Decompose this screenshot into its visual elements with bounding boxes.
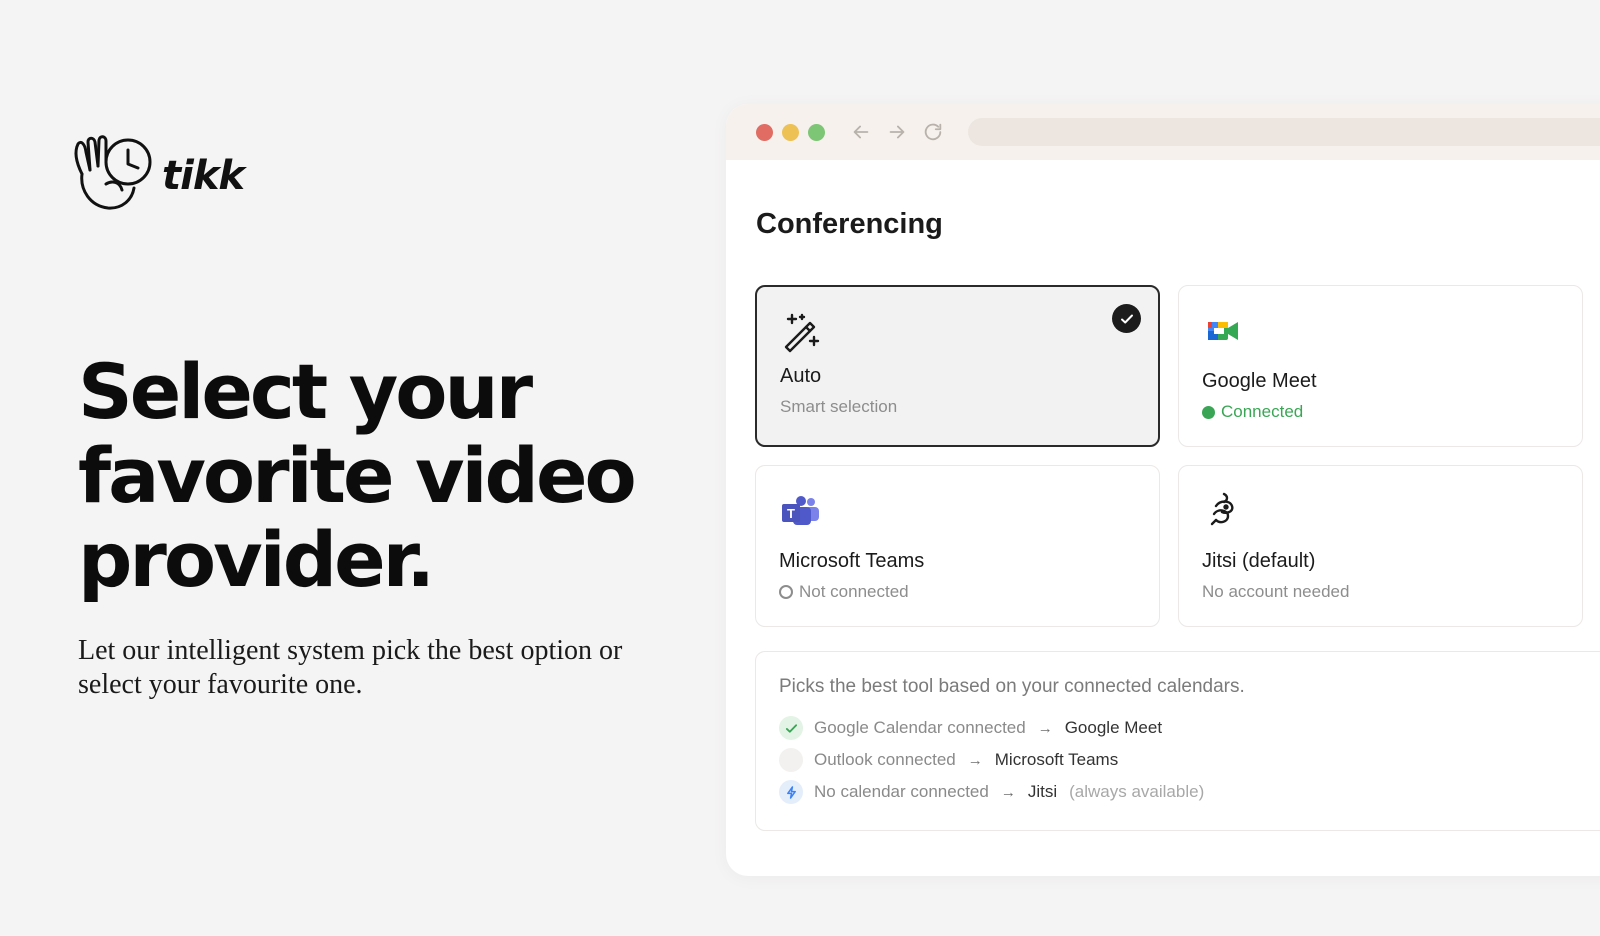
reload-icon[interactable] bbox=[920, 119, 946, 145]
brand-name: tikk bbox=[162, 153, 245, 199]
option-status: Connected bbox=[1202, 402, 1303, 422]
rule-row: Google Calendar connected → Google Meet bbox=[779, 712, 1600, 744]
rule-result: Microsoft Teams bbox=[994, 750, 1119, 769]
google-meet-icon bbox=[1202, 310, 1244, 352]
browser-window: Conferencing Auto Smart selection Google… bbox=[726, 104, 1600, 876]
address-bar[interactable] bbox=[968, 118, 1600, 146]
not-connected-ring-icon bbox=[779, 585, 793, 599]
maximize-window-button[interactable] bbox=[808, 123, 825, 141]
brand-logo: tikk bbox=[68, 134, 245, 212]
option-name: Google Meet bbox=[1202, 370, 1317, 392]
arrow-right-icon: → bbox=[1000, 783, 1016, 801]
rule-condition: Outlook connected bbox=[814, 750, 956, 769]
rule-note: (always available) bbox=[1069, 782, 1205, 801]
option-status: No account needed bbox=[1202, 582, 1350, 601]
status-label: Not connected bbox=[799, 582, 909, 601]
option-status: Not connected bbox=[779, 582, 909, 602]
forward-arrow-icon[interactable] bbox=[884, 119, 910, 145]
back-arrow-icon[interactable] bbox=[848, 119, 874, 145]
auto-selection-info: Picks the best tool based on your connec… bbox=[755, 651, 1600, 831]
minimize-window-button[interactable] bbox=[782, 123, 799, 141]
jitsi-icon bbox=[1202, 490, 1244, 532]
status-label: Connected bbox=[1221, 402, 1304, 421]
option-card-auto[interactable]: Auto Smart selection bbox=[755, 285, 1160, 447]
hand-clock-logo-icon bbox=[74, 135, 152, 210]
option-name: Auto bbox=[780, 365, 822, 387]
option-name: Jitsi (default) bbox=[1202, 550, 1316, 572]
option-name: Microsoft Teams bbox=[779, 550, 925, 572]
rule-row: No calendar connected → Jitsi (always av… bbox=[779, 776, 1600, 808]
browser-toolbar bbox=[726, 104, 1600, 160]
rule-condition: No calendar connected bbox=[814, 782, 989, 801]
rule-result: Jitsi bbox=[1027, 782, 1058, 801]
close-window-button[interactable] bbox=[756, 123, 773, 141]
arrow-right-icon: → bbox=[1037, 719, 1053, 737]
selected-check-icon bbox=[1112, 304, 1141, 333]
microsoft-teams-icon: T bbox=[779, 490, 821, 532]
option-card-microsoft-teams[interactable]: T Microsoft Teams Not connected bbox=[755, 465, 1160, 627]
rule-result: Google Meet bbox=[1064, 718, 1163, 737]
hero-headline: Select your favorite video provider. bbox=[78, 347, 637, 604]
option-card-google-meet[interactable]: Google Meet Connected bbox=[1178, 285, 1583, 447]
conferencing-title: Conferencing bbox=[756, 208, 943, 240]
magic-wand-icon bbox=[780, 311, 822, 353]
option-card-jitsi[interactable]: Jitsi (default) No account needed bbox=[1178, 465, 1583, 627]
hero-subtext: Let our intelligent system pick the best… bbox=[78, 635, 623, 700]
check-icon bbox=[779, 716, 803, 740]
connected-dot-icon bbox=[1202, 405, 1215, 419]
lightning-icon bbox=[779, 780, 803, 804]
rule-row: Outlook connected → Microsoft Teams bbox=[779, 744, 1600, 776]
empty-circle-icon bbox=[779, 748, 803, 772]
svg-text:T: T bbox=[787, 506, 795, 521]
rule-condition: Google Calendar connected bbox=[814, 718, 1026, 737]
option-status: Smart selection bbox=[780, 397, 898, 416]
info-heading: Picks the best tool based on your connec… bbox=[779, 676, 1245, 697]
arrow-right-icon: → bbox=[967, 751, 983, 769]
